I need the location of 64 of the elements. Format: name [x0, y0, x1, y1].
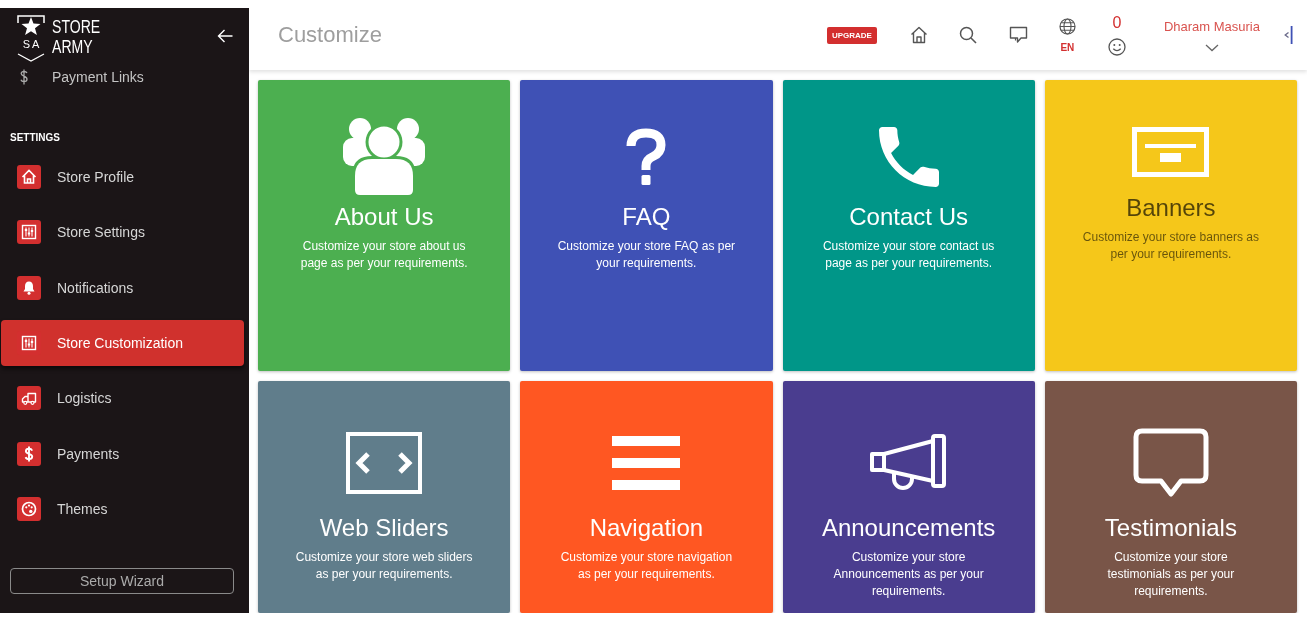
tile-description: Customize your store Announcements as per your requirements.	[832, 549, 985, 600]
tile-title: Banners	[1126, 193, 1216, 223]
chevron-down-icon	[1204, 43, 1219, 52]
sidebar-item[interactable]: Payments	[1, 430, 244, 477]
tile-title: Announcements	[821, 513, 996, 543]
search-icon[interactable]	[958, 26, 977, 44]
tile-title: Web Sliders	[319, 513, 449, 543]
sidebar-item[interactable]: Store Customization	[1, 320, 244, 366]
people-icon	[343, 118, 426, 195]
tile-description: Customize your store FAQ as per your requirements.	[556, 238, 736, 272]
setup-wizard-button[interactable]: Setup Wizard	[10, 568, 234, 594]
tile-title: Testimonials	[1104, 513, 1237, 543]
megaphone-icon	[870, 433, 948, 492]
sidebar-item[interactable]: Notifications	[1, 264, 244, 311]
star-icon	[17, 15, 45, 37]
tile-description: Customize your store about us page as per your requirements.	[299, 238, 469, 272]
customize-tile[interactable]: Banners Customize your store banners as per your requirements.	[1044, 80, 1297, 371]
tile-description: Customize your store testimonials as per your requirements.	[1106, 549, 1236, 600]
tile-description: Customize your store web sliders as per your requirements.	[294, 549, 474, 583]
sidebar-item[interactable]: Logistics	[1, 375, 244, 422]
language-selector[interactable]: EN	[1058, 17, 1076, 53]
banner-icon	[1132, 127, 1210, 177]
section-heading: SETTINGS	[10, 132, 60, 144]
tile-title: About Us	[334, 202, 434, 232]
home-icon[interactable]	[909, 26, 928, 44]
dollar-icon	[20, 69, 28, 85]
tile-title: FAQ	[622, 202, 671, 232]
tile-description: Customize your store navigation as per your requirements.	[559, 549, 734, 583]
sidebar-item[interactable]: Store Settings	[1, 209, 244, 256]
bell-icon	[17, 275, 41, 300]
menu-icon	[612, 435, 681, 490]
sidebar-item[interactable]: Payment Links	[0, 69, 144, 85]
user-menu-button[interactable]: Dharam Masuria	[1163, 18, 1260, 52]
logo-chevron-icon	[17, 53, 45, 62]
customize-tile[interactable]: Contact Us Customize your store contact us page as per your requirements.	[782, 80, 1035, 371]
customize-tile[interactable]: Testimonials Customize your store testimonials as per your requirements.	[1044, 381, 1297, 613]
tile-description: Customize your store banners as per your requirements.	[1081, 229, 1260, 263]
tile-title: Navigation	[589, 513, 704, 543]
house-icon	[17, 165, 41, 189]
logo-monogram: SA	[21, 39, 42, 50]
code-window-icon	[346, 431, 423, 494]
brand-name: STORE ARMY	[52, 17, 101, 57]
sidebar-item[interactable]: Store Profile	[1, 154, 244, 200]
globe-icon	[1058, 17, 1076, 35]
customize-tile[interactable]: FAQ Customize your store FAQ as per your requirements.	[520, 80, 773, 371]
back-arrow-icon[interactable]	[217, 29, 233, 43]
palette-icon	[17, 496, 41, 521]
chevron-bar-icon[interactable]	[1284, 26, 1293, 44]
truck-icon	[17, 386, 41, 411]
notification-count: 0	[1112, 14, 1122, 32]
sidebar-item[interactable]: Themes	[1, 485, 244, 532]
speech-bubble-icon	[1132, 427, 1209, 498]
page-title: Customize	[278, 22, 382, 48]
tile-title: Contact Us	[849, 202, 968, 232]
chat-icon[interactable]	[1008, 26, 1028, 44]
phone-icon	[878, 126, 939, 187]
customize-tile[interactable]: Web Sliders Customize your store web sliders as per your requirements.	[258, 381, 511, 613]
question-mark-icon	[626, 128, 667, 185]
dollar-icon	[17, 441, 41, 466]
upgrade-button[interactable]: UPGRADE	[826, 26, 877, 44]
smiley-icon[interactable]	[1107, 38, 1126, 56]
customize-tile[interactable]: Announcements Customize your store Announcements as per your requirements.	[782, 381, 1035, 613]
tile-description: Customize your store contact us page as per your requirements.	[821, 238, 996, 272]
sliders-icon	[17, 220, 41, 245]
